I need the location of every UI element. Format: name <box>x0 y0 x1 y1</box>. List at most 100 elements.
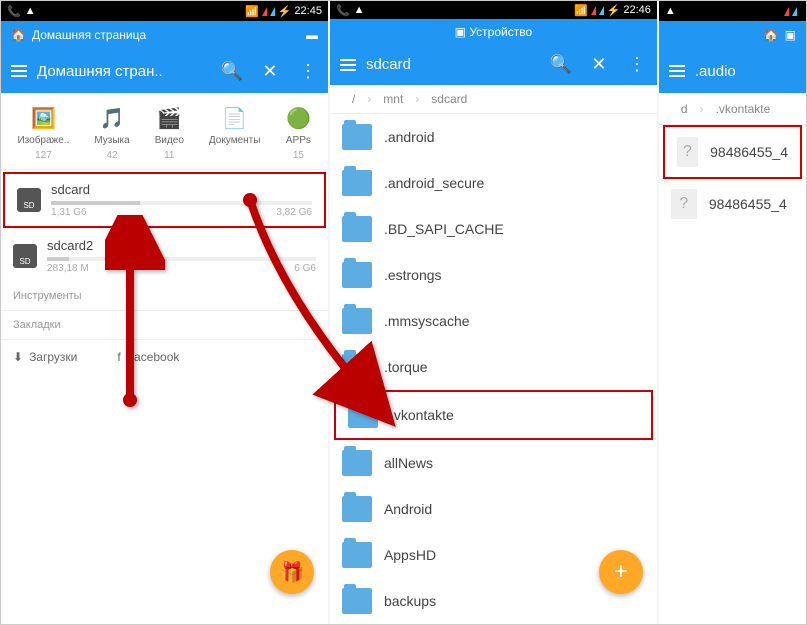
folder-name: .torque <box>384 359 428 375</box>
search-icon[interactable]: 🔍 <box>551 55 571 75</box>
folder-item[interactable]: .BD_SAPI_CACHE <box>330 206 657 252</box>
fab-add[interactable]: + <box>599 550 643 594</box>
category-icon: 🎬 <box>156 105 182 131</box>
sdcard-icon: SD <box>13 244 37 268</box>
category-label: Документы <box>209 135 261 146</box>
menu-icon[interactable] <box>669 65 685 77</box>
bookmark-label: Загрузки <box>29 350 77 364</box>
section-bookmarks: Закладки <box>1 311 328 340</box>
bookmark-Загрузки[interactable]: ⬇ Загрузки <box>13 350 77 364</box>
folder-name: .android_secure <box>384 175 484 191</box>
breadcrumb-item[interactable]: mnt <box>371 92 415 106</box>
folder-icon <box>342 216 372 242</box>
more-icon[interactable]: ⋮ <box>627 55 647 75</box>
signal-icon <box>591 6 596 15</box>
breadcrumb-item[interactable]: sdcard <box>419 92 479 106</box>
folder-item[interactable]: Android <box>330 486 657 532</box>
bookmark-icon: ⬇ <box>13 350 23 364</box>
warning-icon: ▲ <box>665 5 676 17</box>
folder-name: .estrongs <box>384 267 442 283</box>
category-Видео[interactable]: 🎬 Видео 11 <box>155 105 184 161</box>
storage-sdcard[interactable]: SD sdcard 1,31 G63,82 G6 <box>3 172 326 228</box>
warning-icon: ▲ <box>354 4 365 16</box>
folder-icon <box>348 402 378 428</box>
folder-item[interactable]: .android <box>330 114 657 160</box>
section-tools: Инструменты <box>1 282 328 311</box>
signal-icon <box>599 6 604 15</box>
folder-item[interactable]: .mmsyscache <box>330 298 657 344</box>
page-title: .audio <box>695 63 796 80</box>
category-icon: 🖼️ <box>30 105 56 131</box>
file-item[interactable]: ? 98486455_4 <box>663 125 802 179</box>
close-icon[interactable]: ✕ <box>260 61 280 81</box>
storage-total: 6 G6 <box>294 263 316 274</box>
bookmarks-row: ⬇ Загрузки fFacebook <box>1 340 328 374</box>
file-icon: ? <box>677 137 698 167</box>
folder-icon <box>342 262 372 288</box>
folder-item[interactable]: .android_secure <box>330 160 657 206</box>
category-APPs[interactable]: 🟢 APPs 15 <box>285 105 311 161</box>
breadcrumb-item[interactable]: d <box>669 102 700 116</box>
status-bar: ▲ <box>659 1 806 21</box>
header-main: Домашняя стран.. 🔍 ✕ ⋮ <box>1 49 328 93</box>
breadcrumb-item[interactable]: / <box>340 92 367 106</box>
folder-icon <box>342 450 372 476</box>
phone-icon: 📞 <box>7 5 21 18</box>
folder-item[interactable]: allNews <box>330 440 657 486</box>
more-icon[interactable]: ⋮ <box>298 61 318 81</box>
signal-icon <box>262 7 267 16</box>
search-icon[interactable]: 🔍 <box>222 61 242 81</box>
status-bar: 📞 ▲ 📶 ⚡ 22:45 <box>1 1 328 21</box>
device-icon: ▣ <box>785 28 796 42</box>
folder-item[interactable]: .estrongs <box>330 252 657 298</box>
signal-icon <box>792 7 797 16</box>
breadcrumb: /›mnt›sdcard <box>330 85 657 114</box>
folder-name: .mmsyscache <box>384 313 470 329</box>
category-count: 15 <box>293 150 304 161</box>
wifi-icon: 📶 <box>245 5 259 18</box>
category-Документы[interactable]: 📄 Документы <box>209 105 261 161</box>
category-Музыка[interactable]: 🎵 Музыка 42 <box>94 105 129 161</box>
folder-icon <box>342 170 372 196</box>
storage-name: sdcard2 <box>47 238 316 253</box>
storage-used: 283,18 M <box>47 263 89 274</box>
menu-icon[interactable] <box>340 59 356 71</box>
categories-row: 🖼️ Изображе.. 127 🎵 Музыка 42 🎬 Видео 11… <box>1 93 328 170</box>
panel-home: 📞 ▲ 📶 ⚡ 22:45 🏠Домашняя страница▬ Домашн… <box>1 1 328 624</box>
storage-used: 1,31 G6 <box>51 207 87 218</box>
close-icon[interactable]: ✕ <box>589 55 609 75</box>
status-time: 22:46 <box>623 4 651 16</box>
folder-item[interactable]: .torque <box>330 344 657 390</box>
folder-item[interactable]: .vkontakte <box>334 390 653 440</box>
bookmark-icon: f <box>117 350 120 364</box>
header-main: .audio <box>659 49 806 93</box>
menu-icon[interactable] <box>11 65 27 77</box>
category-icon: 🟢 <box>285 105 311 131</box>
category-Изображе..[interactable]: 🖼️ Изображе.. 127 <box>17 105 69 161</box>
breadcrumb-item[interactable]: .vkontakte <box>704 102 783 116</box>
battery-icon: ⚡ <box>278 5 292 18</box>
category-label: APPs <box>286 135 311 146</box>
folder-name: .android <box>384 129 435 145</box>
home-icon: 🏠 <box>11 28 26 42</box>
folder-name: .vkontakte <box>390 407 454 423</box>
folder-icon <box>342 308 372 334</box>
category-label: Музыка <box>94 135 129 146</box>
storage-bar <box>51 201 312 205</box>
storage-sdcard2[interactable]: SD sdcard2 283,18 M 6 G6 <box>1 230 328 282</box>
wifi-icon: 📶 <box>574 4 588 17</box>
header-main: sdcard 🔍 ✕ ⋮ <box>330 45 657 85</box>
header-tab: 🏠 ▣ <box>659 21 806 49</box>
category-count: 127 <box>35 150 52 161</box>
warning-icon: ▲ <box>25 5 36 17</box>
fab-gift[interactable]: 🎁 <box>270 550 314 594</box>
folder-name: allNews <box>384 455 433 471</box>
folder-icon <box>342 354 372 380</box>
folder-name: backups <box>384 593 436 609</box>
tab-label: Домашняя страница <box>32 28 146 42</box>
category-label: Изображе.. <box>17 135 69 146</box>
signal-icon <box>270 7 275 16</box>
device-icon: ▣ Устройство <box>455 25 532 39</box>
file-item[interactable]: ? 98486455_4 <box>659 179 806 229</box>
bookmark-Facebook[interactable]: fFacebook <box>117 350 179 364</box>
